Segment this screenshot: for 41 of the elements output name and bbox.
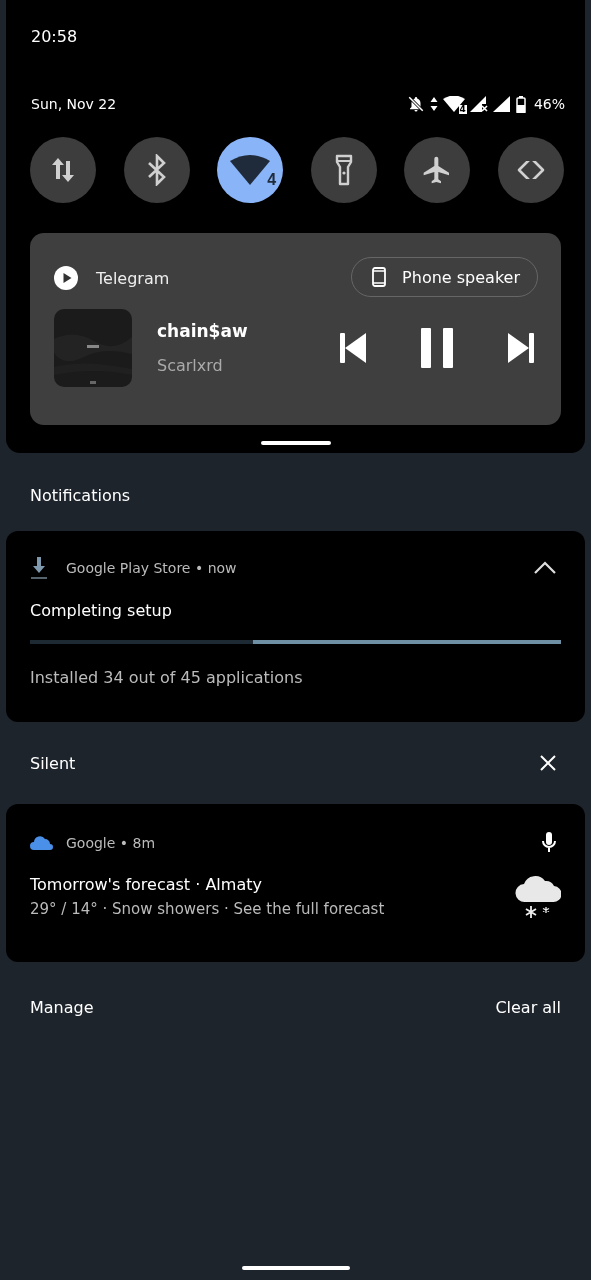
clock: 20:58 bbox=[30, 26, 79, 46]
flashlight-icon bbox=[334, 154, 353, 186]
signal-icon bbox=[492, 96, 511, 112]
pause-icon[interactable] bbox=[421, 328, 453, 368]
notification-text: Installed 34 out of 45 applications bbox=[30, 668, 304, 687]
close-icon[interactable] bbox=[540, 755, 556, 771]
wifi-tile[interactable]: 4 bbox=[217, 137, 284, 203]
notification-title: Completing setup bbox=[30, 601, 173, 620]
notification-source: Google Play Store • now bbox=[66, 560, 237, 576]
data-arrows-icon bbox=[429, 96, 438, 112]
next-icon[interactable] bbox=[508, 333, 534, 363]
notification-text: 29° / 14° · Snow showers · See the full forecast bbox=[30, 899, 385, 918]
play-circle-icon bbox=[54, 266, 78, 290]
chevron-up-icon[interactable] bbox=[533, 561, 557, 575]
bell-off-icon bbox=[406, 95, 425, 113]
wifi-icon bbox=[442, 96, 465, 112]
section-header: Silent bbox=[30, 753, 76, 773]
notification-source: Google • 8m bbox=[66, 835, 156, 851]
media-app-name: Telegram bbox=[96, 268, 170, 288]
date: Sun, Nov 22 bbox=[31, 96, 117, 112]
clear-all-button[interactable]: Clear all bbox=[489, 994, 567, 1021]
wifi-number-label: 4 bbox=[458, 105, 467, 114]
download-icon bbox=[30, 557, 48, 579]
battery-icon bbox=[515, 95, 526, 113]
track-title: chain$aw bbox=[157, 321, 248, 341]
cloud-icon bbox=[30, 836, 54, 850]
phone-icon bbox=[372, 267, 387, 287]
notification-card[interactable]: Google • 8m Tomorrow's forecast · Almaty 29° / 14° · Snow showers · See the full forecast bbox=[6, 804, 585, 962]
battery-percent: 46% bbox=[533, 96, 565, 112]
navigation-handle[interactable] bbox=[241, 1266, 350, 1270]
drag-handle[interactable] bbox=[260, 441, 331, 445]
track-artist: Scarlxrd bbox=[157, 356, 224, 375]
manage-button[interactable]: Manage bbox=[24, 994, 100, 1021]
no-signal-icon bbox=[469, 96, 488, 112]
section-header: Notifications bbox=[29, 485, 132, 507]
wifi-number-label: 4 bbox=[267, 171, 277, 189]
microphone-icon[interactable] bbox=[541, 832, 557, 854]
up-down-arrows-icon bbox=[50, 156, 76, 184]
notification-title: Tomorrow's forecast · Almaty bbox=[30, 874, 263, 894]
notification-card[interactable]: Google Play Store • now Completing setup Installed 34 out of 45 applications bbox=[6, 531, 585, 722]
previous-icon[interactable] bbox=[340, 333, 366, 363]
